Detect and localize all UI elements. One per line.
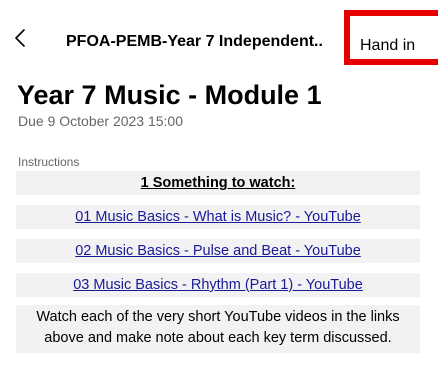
page-title: Year 7 Music - Module 1 [17, 80, 322, 110]
video-link-rhythm-part-1[interactable]: 03 Music Basics - Rhythm (Part 1) - YouT… [73, 277, 363, 293]
hand-in-button[interactable]: Hand in [360, 37, 415, 55]
due-date: Due 9 October 2023 15:00 [18, 113, 184, 129]
video-link-what-is-music[interactable]: 01 Music Basics - What is Music? - YouTu… [75, 209, 361, 225]
header-bar: PFOA-PEMB-Year 7 Independent.. Hand in [0, 0, 438, 68]
instructions-heading: 1 Something to watch: [16, 171, 420, 195]
video-link-pulse-and-beat[interactable]: 02 Music Basics - Pulse and Beat - YouTu… [75, 243, 361, 259]
instructions-body-text: Watch each of the very short YouTube vid… [16, 305, 420, 353]
instructions-heading-text: 1 Something to watch: [140, 175, 296, 191]
instructions-content: 1 Something to watch: 01 Music Basics - … [16, 168, 420, 353]
list-item: 02 Music Basics - Pulse and Beat - YouTu… [16, 239, 420, 263]
list-item: 01 Music Basics - What is Music? - YouTu… [16, 205, 420, 229]
instructions-label: Instructions [18, 155, 80, 169]
list-item: 03 Music Basics - Rhythm (Part 1) - YouT… [16, 273, 420, 297]
chevron-left-icon[interactable] [14, 26, 26, 50]
assignment-header-title: PFOA-PEMB-Year 7 Independent.. [66, 33, 323, 50]
